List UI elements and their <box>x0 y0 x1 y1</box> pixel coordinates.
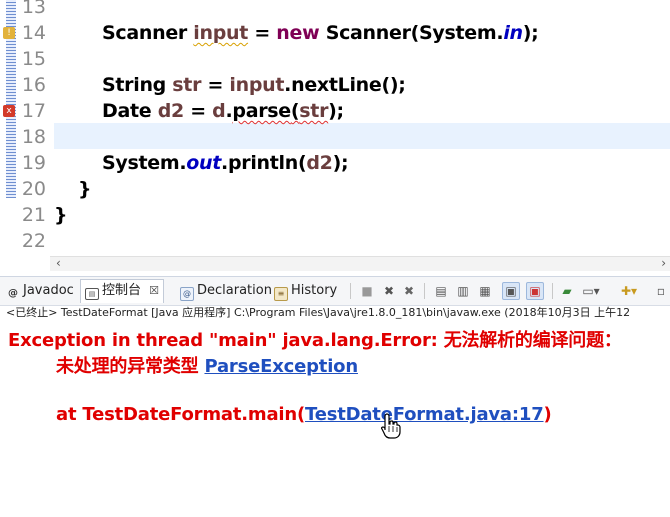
console-icon: ▤ <box>85 288 99 300</box>
code-line-19[interactable]: System.out.println(d2); <box>102 150 349 176</box>
console-output[interactable]: Exception in thread "main" java.lang.Err… <box>0 322 670 517</box>
tab-javadoc[interactable]: @ Javadoc <box>6 280 74 302</box>
code-line-21[interactable]: } <box>54 202 68 228</box>
console-text: at TestDateFormat.main( <box>56 404 305 425</box>
code-token: in <box>503 22 523 44</box>
show-console-on-error-icon[interactable]: ▣ <box>526 282 544 300</box>
tab-history[interactable]: ≡ History <box>274 280 337 302</box>
source-location-link[interactable]: TestDateFormat.java:17 <box>305 404 544 425</box>
code-token: System. <box>102 152 187 174</box>
scroll-lock-icon[interactable]: ▥ <box>454 282 472 300</box>
console-error-line: 未处理的异常类型 ParseException <box>56 352 358 378</box>
terminate-icon[interactable]: ■ <box>358 282 376 300</box>
hand-cursor-icon <box>381 413 401 439</box>
line-number: 21 <box>21 204 46 226</box>
code-line-14[interactable]: Scanner input = new Scanner(System.in); <box>102 20 539 46</box>
code-editor[interactable]: 13 14 15 16 17 18 19 20 21 22 ! x Scanne… <box>0 0 670 256</box>
code-token: str <box>299 100 329 122</box>
view-tab-bar: @ Javadoc ▤ 控制台 ☒ @ Declaration ≡ History ■ … <box>0 276 670 306</box>
code-token: str <box>172 74 202 96</box>
tab-label: Javadoc <box>23 283 74 298</box>
code-token: d2 <box>306 152 333 174</box>
code-token: out <box>186 152 222 174</box>
at-sign-icon: @ <box>8 288 18 299</box>
line-number: 14 <box>21 22 46 44</box>
console-text: ) <box>543 404 552 425</box>
console-stack-line: at TestDateFormat.main(TestDateFormat.ja… <box>56 404 552 425</box>
code-token: ); <box>332 152 349 174</box>
code-line-20[interactable]: } <box>78 176 92 202</box>
code-token: = <box>201 74 230 96</box>
code-token: input <box>229 74 285 96</box>
line-number: 20 <box>21 178 46 200</box>
line-number: 19 <box>21 152 46 174</box>
pin-console-icon[interactable]: ▰ <box>558 282 576 300</box>
parse-exception-link[interactable]: ParseException <box>204 356 358 377</box>
scroll-left-icon[interactable]: ‹ <box>56 256 61 270</box>
warning-icon[interactable]: ! <box>3 27 15 39</box>
history-icon: ≡ <box>274 287 288 301</box>
line-number: 17 <box>21 100 46 122</box>
tab-console[interactable]: ▤ 控制台 ☒ <box>80 279 165 303</box>
console-text: 未处理的异常类型 <box>56 356 205 377</box>
code-token: Date <box>102 100 158 122</box>
code-token: parse <box>232 100 291 122</box>
clear-console-icon[interactable]: ▤ <box>432 282 450 300</box>
show-console-on-output-icon[interactable]: ▣ <box>502 282 520 300</box>
code-token: = <box>248 22 277 44</box>
horizontal-scrollbar[interactable]: ‹ › <box>50 256 670 271</box>
word-wrap-icon[interactable]: ▦ <box>476 282 494 300</box>
scroll-right-icon[interactable]: › <box>661 256 666 270</box>
tab-label: History <box>291 283 338 298</box>
code-token: String <box>102 74 173 96</box>
code-token: Scanner(System. <box>319 22 504 44</box>
console-error-line: Exception in thread "main" java.lang.Err… <box>8 330 622 351</box>
line-number-gutter: 13 14 15 16 17 18 19 20 21 22 ! x <box>0 0 50 256</box>
remove-launch-icon[interactable]: ✖ <box>380 282 398 300</box>
toolbar-separator <box>424 283 425 299</box>
view-menu-icon[interactable]: ▫ <box>652 282 670 300</box>
code-token: new <box>276 22 320 44</box>
line-number: 16 <box>21 74 46 96</box>
close-icon[interactable]: ☒ <box>149 284 159 297</box>
code-token: ); <box>522 22 539 44</box>
tab-label: Declaration <box>197 283 272 298</box>
code-token: ); <box>328 100 344 122</box>
line-number: 15 <box>21 48 46 70</box>
open-console-icon[interactable]: ✚▾ <box>620 282 638 300</box>
error-icon[interactable]: x <box>3 105 15 117</box>
line-number: 22 <box>21 230 46 252</box>
code-token: = <box>183 100 213 122</box>
code-token: .println( <box>221 152 307 174</box>
line-number: 13 <box>21 0 46 18</box>
code-token: input <box>193 22 249 44</box>
code-token: .nextLine(); <box>284 74 406 96</box>
console-process-label: <已终止> TestDateFormat [Java 应用程序] C:\Prog… <box>6 306 631 319</box>
toolbar-separator <box>552 283 553 299</box>
code-token: Scanner <box>102 22 194 44</box>
line-number: 18 <box>21 126 46 148</box>
remove-all-terminated-icon[interactable]: ✖ <box>400 282 418 300</box>
display-selected-console-icon[interactable]: ▭▾ <box>582 282 600 300</box>
toolbar-separator <box>350 283 351 299</box>
current-line-highlight <box>54 123 670 149</box>
code-token: d <box>212 100 226 122</box>
code-line-17[interactable]: Date d2 = d.parse(str); <box>102 98 344 124</box>
code-token: d2 <box>157 100 185 122</box>
tab-declaration[interactable]: @ Declaration <box>180 280 272 302</box>
code-line-16[interactable]: String str = input.nextLine(); <box>102 72 406 98</box>
declaration-icon: @ <box>180 287 194 301</box>
tab-label: 控制台 <box>102 283 142 298</box>
